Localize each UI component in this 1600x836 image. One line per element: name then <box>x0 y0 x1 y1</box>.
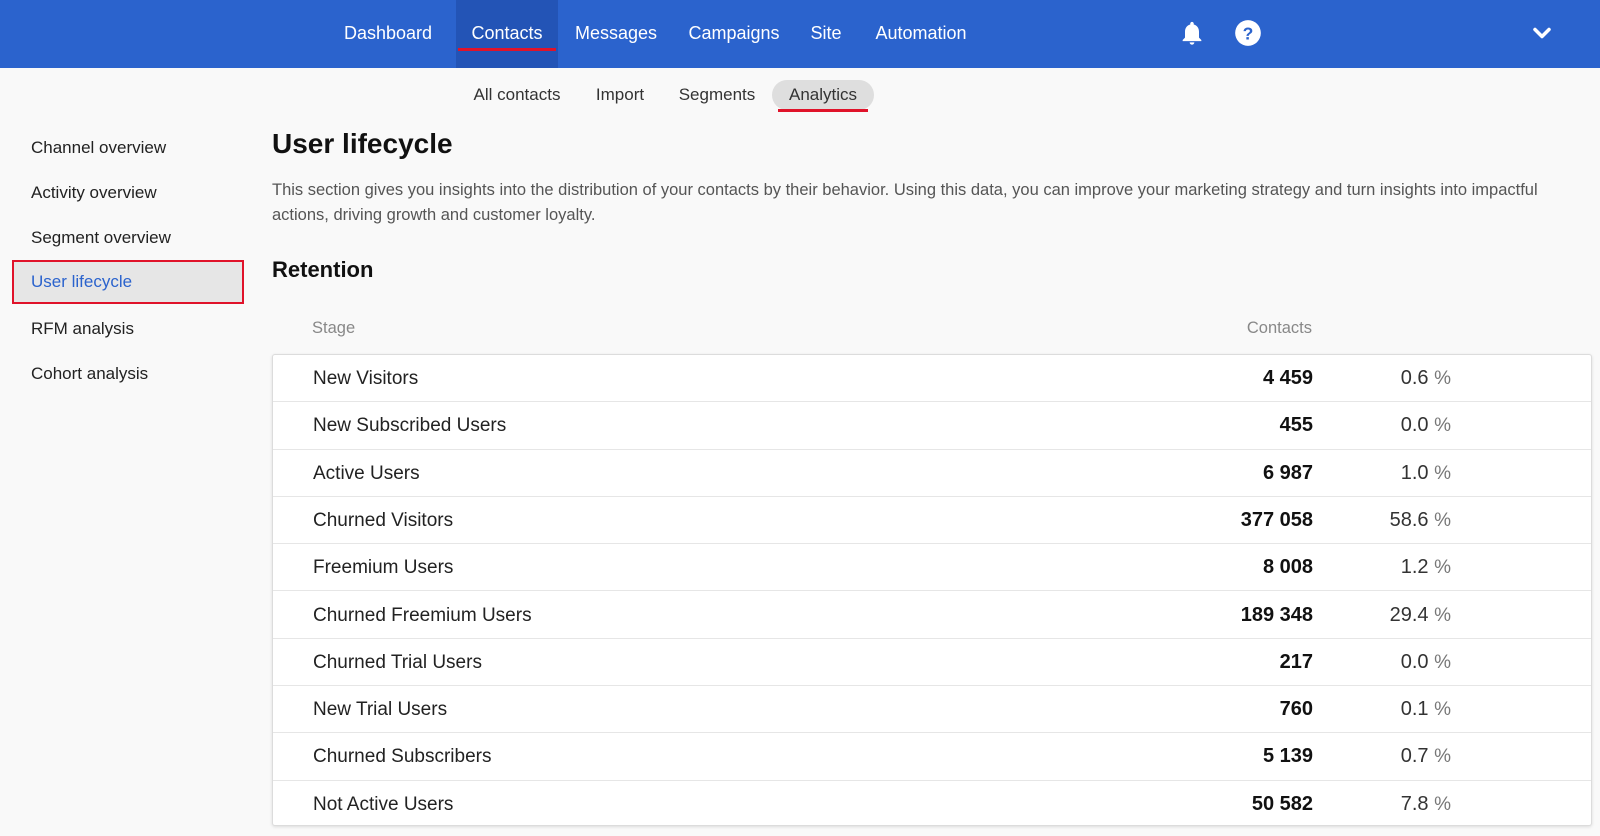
nav-messages[interactable]: Messages <box>566 0 666 68</box>
help-icon[interactable]: ? <box>1234 19 1262 47</box>
row-percentage: 0.6 % <box>1401 355 1451 402</box>
row-percentage: 7.8 % <box>1401 781 1451 828</box>
nav-automation[interactable]: Automation <box>868 0 974 68</box>
row-stage: New Subscribed Users <box>313 415 507 437</box>
row-percentage: 29.4 % <box>1390 592 1451 639</box>
sidebar-item-channel-overview[interactable]: Channel overview <box>12 126 244 170</box>
section-title-retention: Retention <box>272 257 374 282</box>
percent-sign: % <box>1434 415 1451 437</box>
active-indicator <box>778 109 868 112</box>
nav-dashboard[interactable]: Dashboard <box>336 0 440 68</box>
subtab-import[interactable]: Import <box>586 80 654 110</box>
percent-sign: % <box>1434 509 1451 531</box>
percent-sign: % <box>1434 462 1451 484</box>
row-percentage: 0.1 % <box>1401 686 1451 733</box>
page-title: User lifecycle <box>272 128 453 159</box>
bell-icon[interactable] <box>1178 19 1206 47</box>
sidebar-item-cohort-analysis[interactable]: Cohort analysis <box>12 352 244 396</box>
row-percentage: 0.0 % <box>1401 639 1451 686</box>
sidebar-item-user-lifecycle[interactable]: User lifecycle <box>12 260 244 304</box>
row-percentage-value: 1.0 <box>1400 461 1429 484</box>
row-stage: Not Active Users <box>313 793 454 815</box>
table-row: Churned Freemium Users 189 348 29.4 % <box>273 592 1591 639</box>
subtab-analytics-label: Analytics <box>788 85 858 104</box>
row-stage: Churned Trial Users <box>313 651 482 673</box>
subtab-analytics[interactable]: Analytics <box>772 80 874 112</box>
row-contacts-count: 50 582 <box>1251 792 1313 815</box>
table-row: Freemium Users 8 008 1.2 % <box>273 544 1591 592</box>
percent-sign: % <box>1434 651 1451 673</box>
row-stage: Active Users <box>313 462 420 484</box>
row-stage: Churned Freemium Users <box>313 604 532 626</box>
table-row: Churned Subscribers 5 139 0.7 % <box>273 733 1591 781</box>
nav-contacts-label: Contacts <box>471 23 543 43</box>
row-contacts-count: 189 348 <box>1240 603 1313 626</box>
row-contacts-count: 760 <box>1279 698 1313 721</box>
nav-site[interactable]: Site <box>800 0 852 68</box>
row-stage: Churned Visitors <box>313 509 454 531</box>
sidebar-item-segment-overview[interactable]: Segment overview <box>12 216 244 260</box>
percent-sign: % <box>1434 368 1451 389</box>
subtab-segments[interactable]: Segments <box>670 80 764 110</box>
row-contacts-count: 6 987 <box>1262 461 1313 484</box>
top-navbar: Dashboard Contacts Messages Campaigns Si… <box>0 0 1600 68</box>
row-percentage: 1.2 % <box>1401 544 1451 591</box>
row-percentage: 58.6 % <box>1390 497 1451 544</box>
row-contacts-count: 8 008 <box>1262 556 1313 579</box>
row-stage: Freemium Users <box>313 557 454 579</box>
row-percentage-value: 58.6 <box>1389 508 1429 531</box>
row-percentage: 1.0 % <box>1401 450 1451 497</box>
table-row: Churned Trial Users 217 0.0 % <box>273 639 1591 687</box>
table-row: Active Users 6 987 1.0 % <box>273 450 1591 497</box>
row-percentage-value: 7.8 <box>1400 792 1429 815</box>
nav-campaigns[interactable]: Campaigns <box>682 0 786 68</box>
sidebar-item-rfm-analysis[interactable]: RFM analysis <box>12 307 244 351</box>
chevron-down-icon[interactable] <box>1528 19 1556 47</box>
table-row: New Subscribed Users 455 0.0 % <box>273 402 1591 450</box>
percent-sign: % <box>1434 604 1451 626</box>
row-percentage-value: 0.1 <box>1400 698 1429 721</box>
row-percentage-value: 0.0 <box>1400 650 1429 673</box>
row-percentage-value: 29.4 <box>1389 603 1429 626</box>
active-indicator <box>458 48 556 51</box>
row-percentage-value: 0.7 <box>1400 745 1429 768</box>
row-stage: New Visitors <box>313 368 419 389</box>
row-stage: New Trial Users <box>313 699 448 721</box>
percent-sign: % <box>1434 557 1451 579</box>
sidebar-item-activity-overview[interactable]: Activity overview <box>12 171 244 215</box>
svg-text:?: ? <box>1243 23 1254 43</box>
row-contacts-count: 4 459 <box>1262 367 1313 389</box>
nav-contacts[interactable]: Contacts <box>456 0 558 68</box>
percent-sign: % <box>1434 793 1451 815</box>
row-percentage-value: 1.2 <box>1400 556 1429 579</box>
table-row: New Trial Users 760 0.1 % <box>273 686 1591 734</box>
row-contacts-count: 455 <box>1279 414 1313 437</box>
row-contacts-count: 5 139 <box>1262 745 1313 768</box>
percent-sign: % <box>1434 699 1451 721</box>
column-header-stage: Stage <box>312 319 356 337</box>
row-percentage: 0.0 % <box>1401 402 1451 449</box>
retention-table: New Visitors 4 459 0.6 % New Subscribed Use… <box>272 354 1592 826</box>
row-stage: Churned Subscribers <box>313 746 492 768</box>
row-percentage: 0.7 % <box>1401 733 1451 780</box>
table-row: Churned Visitors 377 058 58.6 % <box>273 497 1591 545</box>
subtab-all-contacts[interactable]: All contacts <box>464 80 570 110</box>
row-contacts-count: 377 058 <box>1240 508 1313 531</box>
percent-sign: % <box>1434 746 1451 768</box>
row-percentage-value: 0.0 <box>1400 414 1429 437</box>
page-description: This section gives you insights into the… <box>272 181 1538 224</box>
row-percentage-value: 0.6 <box>1400 367 1429 389</box>
table-row: Not Active Users 50 582 7.8 % <box>273 781 1591 828</box>
column-header-contacts: Contacts <box>1246 319 1312 337</box>
table-row: New Visitors 4 459 0.6 % <box>273 355 1591 403</box>
row-contacts-count: 217 <box>1279 650 1313 673</box>
